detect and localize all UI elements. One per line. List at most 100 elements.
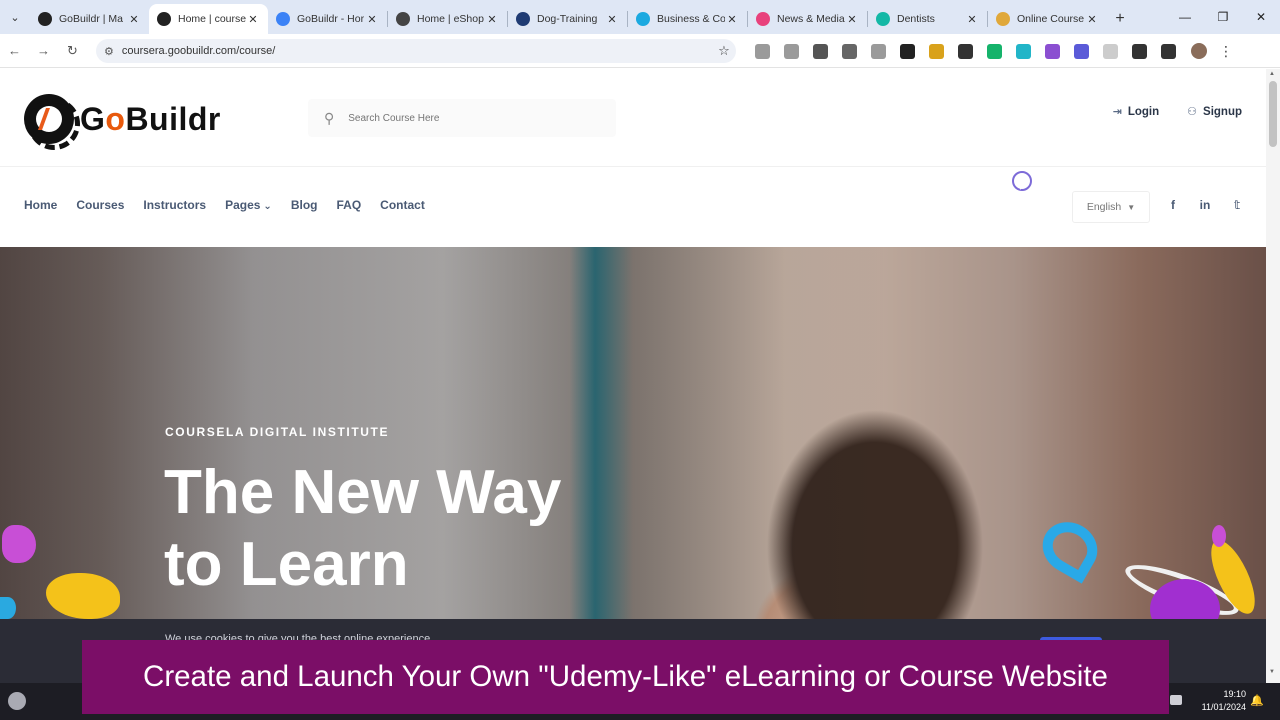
start-icon[interactable] bbox=[8, 692, 26, 710]
page-scrollbar[interactable]: ▲ ▼ bbox=[1266, 69, 1280, 683]
browser-menu-icon[interactable]: ⋮ bbox=[1215, 43, 1237, 60]
tab-favicon-icon bbox=[157, 12, 171, 26]
extension-icon[interactable] bbox=[842, 43, 857, 59]
browser-tab[interactable]: News & Media ✕ bbox=[748, 4, 867, 34]
profile-avatar[interactable] bbox=[1191, 43, 1207, 59]
notification-bell-icon[interactable]: 🔔 bbox=[1250, 694, 1264, 707]
extension-icon[interactable] bbox=[929, 43, 944, 59]
browser-tab[interactable]: Home | eShop ✕ bbox=[388, 4, 507, 34]
extension-icon[interactable] bbox=[1103, 43, 1118, 59]
decorative-shape bbox=[1212, 525, 1226, 547]
nav-item-contact[interactable]: Contact bbox=[380, 198, 425, 212]
nav-item-faq[interactable]: FAQ bbox=[336, 198, 361, 212]
extension-icon[interactable] bbox=[1161, 43, 1176, 59]
tab-label: Home | eShop bbox=[417, 13, 484, 25]
extension-icon[interactable] bbox=[871, 43, 886, 59]
nav-item-pages[interactable]: Pages ⌄ bbox=[225, 198, 272, 212]
site-logo[interactable]: GoBuildr bbox=[24, 94, 221, 150]
browser-tab-bar: ⌄ GoBuildr | Ma ✕ Home | course ✕ GoBuildr -… bbox=[0, 0, 1280, 34]
tab-search-button[interactable]: ⌄ bbox=[0, 0, 30, 34]
signup-link[interactable]: ⚇ Signup bbox=[1187, 105, 1242, 119]
mouse-cursor-icon bbox=[1020, 178, 1026, 190]
reload-button[interactable]: ↻ bbox=[58, 34, 87, 68]
window-controls: — ❐ ✕ bbox=[1166, 0, 1280, 34]
nav-item-home[interactable]: Home bbox=[24, 198, 57, 212]
menu-list: Home Courses Instructors Pages ⌄ Blog FAQ Conta… bbox=[24, 198, 425, 212]
extension-icon[interactable] bbox=[755, 43, 770, 59]
tab-label: Dog-Training bbox=[537, 13, 598, 25]
tab-close-icon[interactable]: ✕ bbox=[485, 13, 499, 26]
tab-close-icon[interactable]: ✕ bbox=[845, 13, 859, 26]
nav-item-instructors[interactable]: Instructors bbox=[143, 198, 206, 212]
login-icon: ⇥ bbox=[1112, 106, 1122, 118]
tab-favicon-icon bbox=[396, 12, 410, 26]
tab-close-icon[interactable]: ✕ bbox=[725, 13, 739, 26]
social-links: f in 𝕥 bbox=[1166, 198, 1244, 212]
caption-text: Create and Launch Your Own "Udemy-Like" … bbox=[143, 660, 1108, 693]
extension-icon[interactable] bbox=[813, 43, 828, 59]
language-select[interactable]: English ▼ bbox=[1072, 191, 1150, 223]
extension-icon[interactable] bbox=[784, 43, 799, 59]
restore-button[interactable]: ❐ bbox=[1204, 0, 1242, 34]
back-button[interactable]: ← bbox=[0, 34, 29, 68]
tab-close-icon[interactable]: ✕ bbox=[1085, 13, 1099, 26]
forward-button[interactable]: → bbox=[29, 34, 58, 68]
search-input[interactable] bbox=[348, 112, 579, 124]
tab-strip: GoBuildr | Ma ✕ Home | course ✕ GoBuildr - H… bbox=[30, 0, 1107, 34]
twitter-icon[interactable]: 𝕥 bbox=[1230, 198, 1244, 212]
minimize-button[interactable]: — bbox=[1166, 0, 1204, 34]
extension-icon[interactable] bbox=[1016, 43, 1031, 59]
address-bar[interactable]: ⚙ coursera.goobuildr.com/course/ ☆ bbox=[96, 39, 736, 63]
bookmark-star-icon[interactable]: ☆ bbox=[712, 43, 736, 59]
tab-close-icon[interactable]: ✕ bbox=[365, 13, 379, 26]
scroll-down-icon[interactable]: ▼ bbox=[1269, 669, 1275, 675]
tab-label: Online Course bbox=[1017, 13, 1085, 25]
auth-links: ⇥ Login ⚇ Signup bbox=[1112, 105, 1242, 119]
browser-tab[interactable]: Dentists ✕ bbox=[868, 4, 987, 34]
browser-tab[interactable]: Online Course ✕ bbox=[988, 4, 1107, 34]
decorative-shape bbox=[0, 597, 16, 619]
decorative-shape bbox=[2, 525, 36, 563]
browser-tab[interactable]: GoBuildr - Hor ✕ bbox=[268, 4, 387, 34]
extension-icon[interactable] bbox=[1045, 43, 1060, 59]
video-caption-banner: Create and Launch Your Own "Udemy-Like" … bbox=[82, 640, 1169, 714]
chevron-down-icon: ⌄ bbox=[263, 201, 272, 212]
caret-down-icon: ▼ bbox=[1127, 202, 1136, 212]
tab-favicon-icon bbox=[516, 12, 530, 26]
tab-label: Business & Co bbox=[657, 13, 725, 25]
url-text: coursera.goobuildr.com/course/ bbox=[121, 45, 276, 57]
browser-tab[interactable]: Home | course ✕ bbox=[149, 4, 268, 34]
browser-tab[interactable]: Dog-Training ✕ bbox=[508, 4, 627, 34]
browser-tab[interactable]: Business & Co ✕ bbox=[628, 4, 747, 34]
linkedin-icon[interactable]: in bbox=[1198, 198, 1212, 212]
extension-icon[interactable] bbox=[1074, 43, 1089, 59]
logo-wordmark: GoBuildr bbox=[80, 100, 221, 137]
tab-close-icon[interactable]: ✕ bbox=[246, 13, 260, 26]
site-info-icon[interactable]: ⚙ bbox=[104, 45, 114, 58]
tray-icon[interactable] bbox=[1170, 695, 1182, 705]
system-clock[interactable]: 19:10 11/01/2024 bbox=[1202, 688, 1246, 714]
login-link[interactable]: ⇥ Login bbox=[1112, 105, 1160, 119]
tab-close-icon[interactable]: ✕ bbox=[127, 13, 141, 26]
nav-item-courses[interactable]: Courses bbox=[76, 198, 124, 212]
close-window-button[interactable]: ✕ bbox=[1242, 0, 1280, 34]
facebook-icon[interactable]: f bbox=[1166, 198, 1180, 212]
tab-label: Home | course bbox=[178, 13, 246, 25]
hero-title: The New Way to Learn bbox=[164, 458, 562, 599]
extension-icon[interactable] bbox=[958, 43, 973, 59]
browser-tab[interactable]: GoBuildr | Ma ✕ bbox=[30, 4, 149, 34]
new-tab-button[interactable]: + bbox=[1107, 4, 1133, 34]
extension-icon[interactable] bbox=[900, 43, 915, 59]
hero-kicker: COURSELA DIGITAL INSTITUTE bbox=[165, 425, 390, 439]
extension-icon[interactable] bbox=[1132, 43, 1147, 59]
tab-close-icon[interactable]: ✕ bbox=[605, 13, 619, 26]
tab-favicon-icon bbox=[996, 12, 1010, 26]
tab-close-icon[interactable]: ✕ bbox=[965, 13, 979, 26]
browser-toolbar: ← → ↻ ⚙ coursera.goobuildr.com/course/ ☆… bbox=[0, 34, 1280, 68]
nav-item-blog[interactable]: Blog bbox=[291, 198, 318, 212]
extension-icon[interactable] bbox=[987, 43, 1002, 59]
scroll-up-icon[interactable]: ▲ bbox=[1269, 71, 1275, 77]
main-navigation: Home Courses Instructors Pages ⌄ Blog FAQ Conta… bbox=[0, 167, 1266, 247]
extensions-area: ⋮ bbox=[748, 34, 1237, 68]
scrollbar-thumb[interactable] bbox=[1269, 81, 1277, 147]
